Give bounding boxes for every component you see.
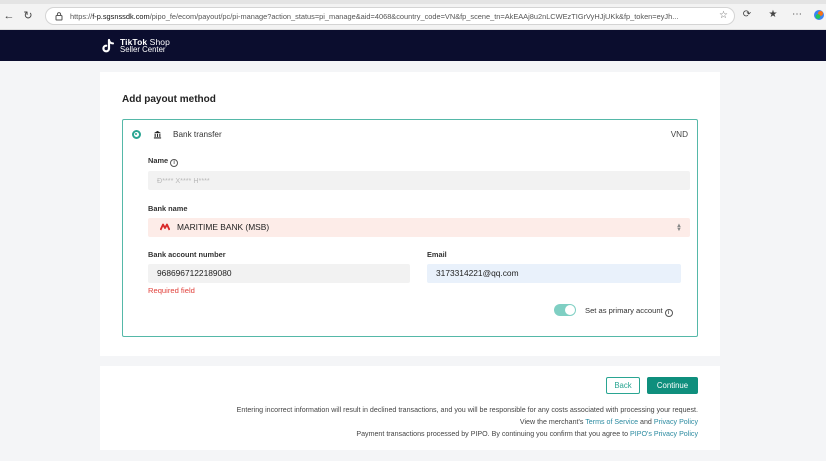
tiktok-shop-logo[interactable]: TikTok Shop Seller Center: [100, 35, 170, 57]
email-input[interactable]: 3173314221@qq.com: [427, 264, 681, 283]
currency-label: VND: [670, 130, 688, 139]
address-bar[interactable]: https://f-p.sgsnssdk.com/pipo_fe/ecom/pa…: [45, 7, 735, 25]
select-arrows-icon: ▲ ▼: [676, 223, 682, 233]
account-number-input[interactable]: 9686967122189080: [148, 264, 410, 283]
required-error: Required field: [148, 286, 195, 295]
bank-name-label: Bank name: [148, 204, 188, 213]
continue-button[interactable]: Continue: [647, 377, 698, 394]
bank-transfer-option[interactable]: Bank transfer VND Name i Đ**** X**** H***…: [122, 119, 698, 337]
info-icon[interactable]: i: [664, 309, 673, 317]
url-text: https://f-p.sgsnssdk.com/pipo_fe/ecom/pa…: [70, 12, 679, 21]
tab-strip: [0, 0, 826, 4]
bank-name-select[interactable]: MARITIME BANK (MSB) ▲ ▼: [148, 218, 690, 237]
more-menu-icon[interactable]: ⋯: [790, 9, 804, 20]
terms-of-service-link[interactable]: Terms of Service: [585, 418, 638, 426]
info-icon[interactable]: i: [170, 159, 179, 167]
warning-text: Entering incorrect information will resu…: [236, 406, 698, 414]
favorites-icon[interactable]: ★: [766, 9, 780, 20]
privacy-policy-link[interactable]: Privacy Policy: [654, 418, 698, 426]
pipo-privacy-link[interactable]: PIPO's Privacy Policy: [630, 430, 698, 438]
primary-account-label: Set as primary account i: [585, 306, 673, 317]
browser-extension-icon[interactable]: ⟳: [740, 9, 754, 20]
favorite-star-icon[interactable]: ☆: [719, 10, 728, 21]
site-info-icon[interactable]: [54, 11, 64, 21]
merchant-policy-text: View the merchant's Terms of Service and…: [519, 418, 698, 426]
browser-toolbar: ← ↻ https://f-p.sgsnssdk.com/pipo_fe/eco…: [0, 0, 826, 30]
name-field: Đ**** X**** H****: [148, 171, 690, 190]
back-button[interactable]: Back: [606, 377, 640, 394]
copilot-icon[interactable]: [812, 9, 826, 24]
footer-card: Back Continue Entering incorrect informa…: [100, 366, 720, 450]
account-number-label: Bank account number: [148, 250, 226, 259]
bank-icon: [153, 130, 162, 139]
pipo-policy-text: Payment transactions processed by PIPO. …: [356, 430, 698, 438]
method-label: Bank transfer: [173, 130, 222, 139]
email-label: Email: [427, 250, 447, 259]
back-arrow-icon[interactable]: ←: [3, 10, 15, 22]
page-title: Add payout method: [122, 94, 216, 105]
payout-form-card: Add payout method Bank transfer VND Name…: [100, 72, 720, 356]
msb-bank-logo-icon: [160, 223, 170, 231]
tiktok-logo-icon: [102, 38, 114, 53]
bank-transfer-radio[interactable]: [132, 130, 141, 139]
name-label: Name i: [148, 156, 179, 167]
primary-account-toggle[interactable]: [554, 304, 576, 316]
reload-icon[interactable]: ↻: [22, 10, 34, 22]
